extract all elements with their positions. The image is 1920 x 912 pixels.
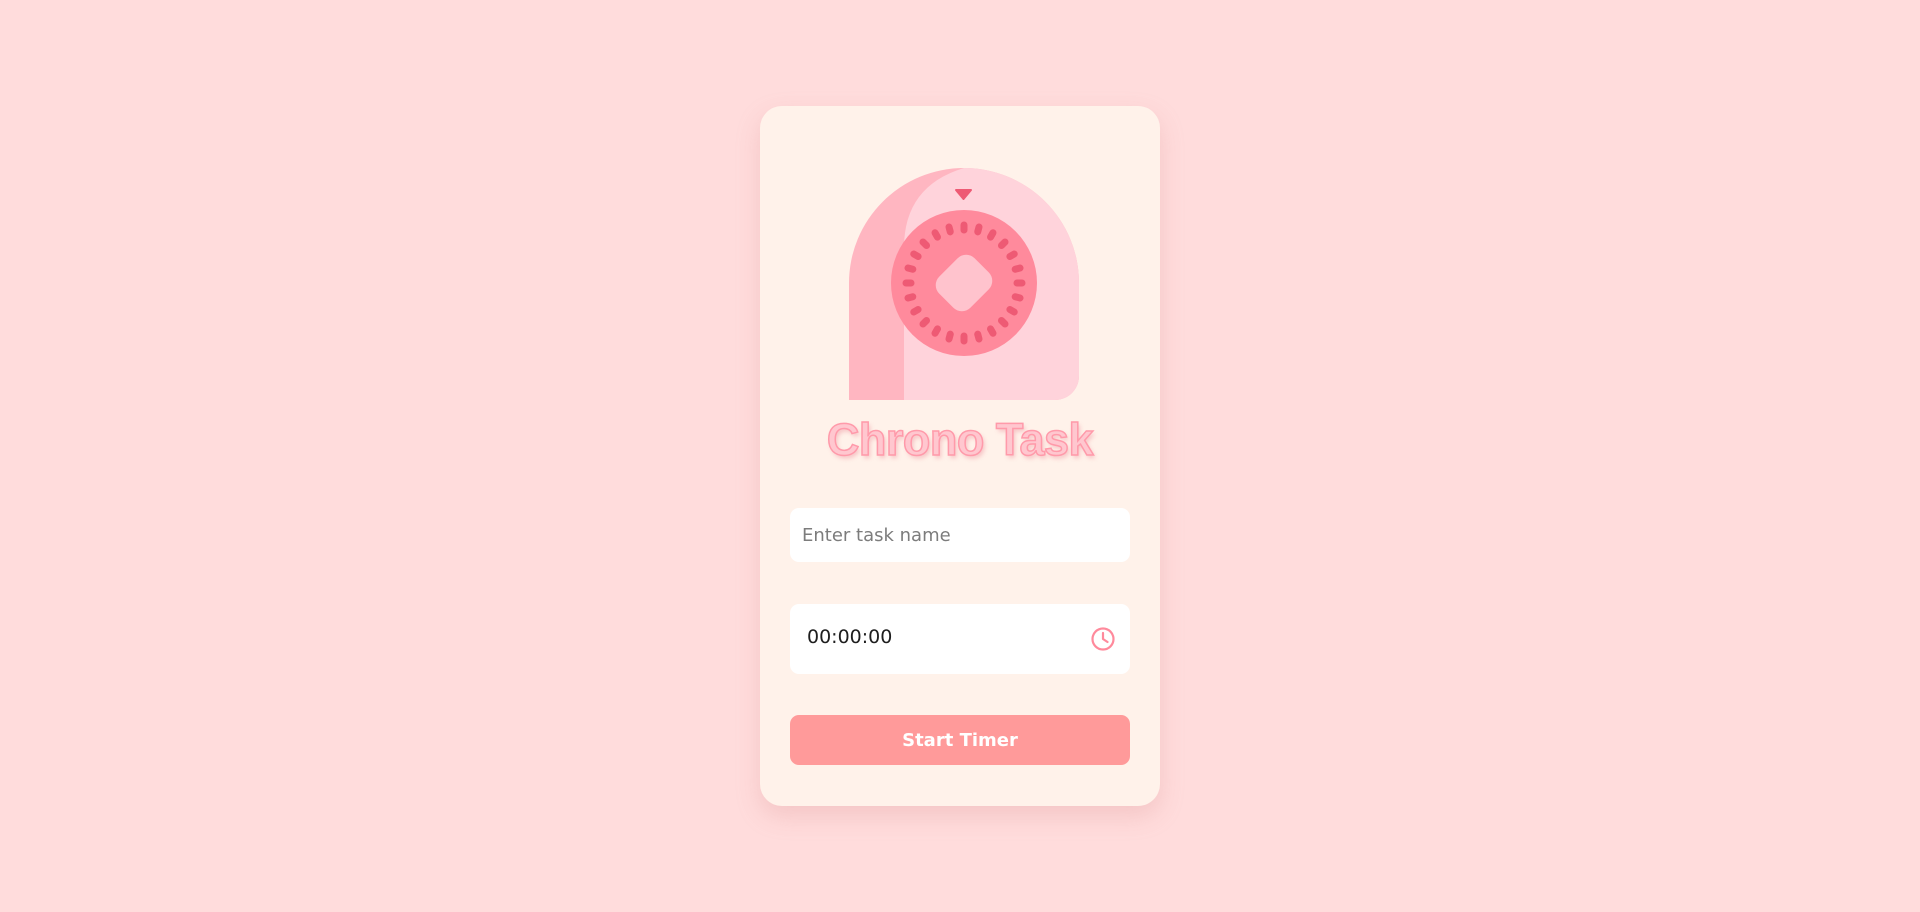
task-name-input[interactable] [790, 508, 1130, 562]
dial-tick [987, 325, 997, 337]
time-value: 00:00:00 [807, 626, 893, 648]
dial-tick [997, 316, 1009, 328]
app-title: Chrono Task [826, 413, 1094, 466]
dial-tick [997, 238, 1009, 250]
dial-tick [974, 223, 983, 236]
dial-tick [931, 325, 941, 337]
dial-tick [910, 306, 922, 316]
dial-tick [1011, 264, 1024, 273]
dial-tick [945, 330, 954, 343]
clock-icon[interactable] [1090, 626, 1116, 652]
dial-tick [1006, 250, 1018, 260]
timer-card: Chrono Task 00:00:00 Start Timer [760, 106, 1160, 806]
dial-tick [904, 264, 917, 273]
dial-tick [904, 293, 917, 302]
dial-tick [987, 229, 997, 241]
time-input[interactable]: 00:00:00 [790, 604, 1130, 674]
dial-tick [1011, 293, 1024, 302]
dial-tick [945, 223, 954, 236]
start-timer-button[interactable]: Start Timer [790, 715, 1130, 765]
dial-tick [910, 250, 922, 260]
dial-tick [919, 316, 931, 328]
dial-tick [974, 330, 983, 343]
dial-tick [1006, 306, 1018, 316]
kitchen-timer-icon [849, 168, 1079, 400]
dial-tick [919, 238, 931, 250]
dial-tick [931, 229, 941, 241]
